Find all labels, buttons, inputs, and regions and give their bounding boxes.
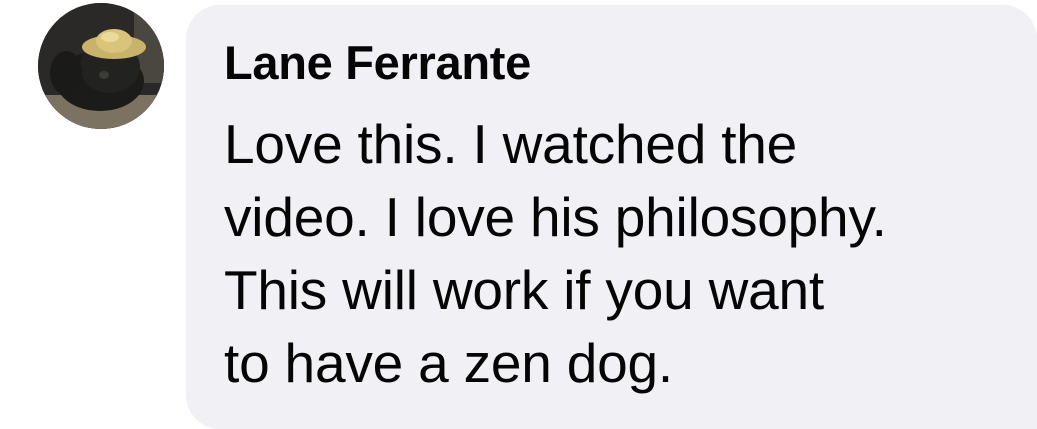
comment-author-name[interactable]: Lane Ferrante bbox=[224, 34, 531, 92]
comment-text-line: This will work if you want bbox=[224, 259, 824, 321]
comment-text: Love this. I watched the video. I love h… bbox=[224, 108, 1024, 400]
comment-text-line: video. I love his philosophy. bbox=[224, 186, 887, 248]
author-avatar[interactable] bbox=[38, 3, 164, 129]
avatar-image bbox=[38, 3, 164, 129]
comment-text-line: Love this. I watched the bbox=[224, 113, 798, 175]
comment-text-line: to have a zen dog. bbox=[224, 332, 673, 394]
comment: Lane Ferrante Love this. I watched the v… bbox=[0, 0, 1037, 429]
